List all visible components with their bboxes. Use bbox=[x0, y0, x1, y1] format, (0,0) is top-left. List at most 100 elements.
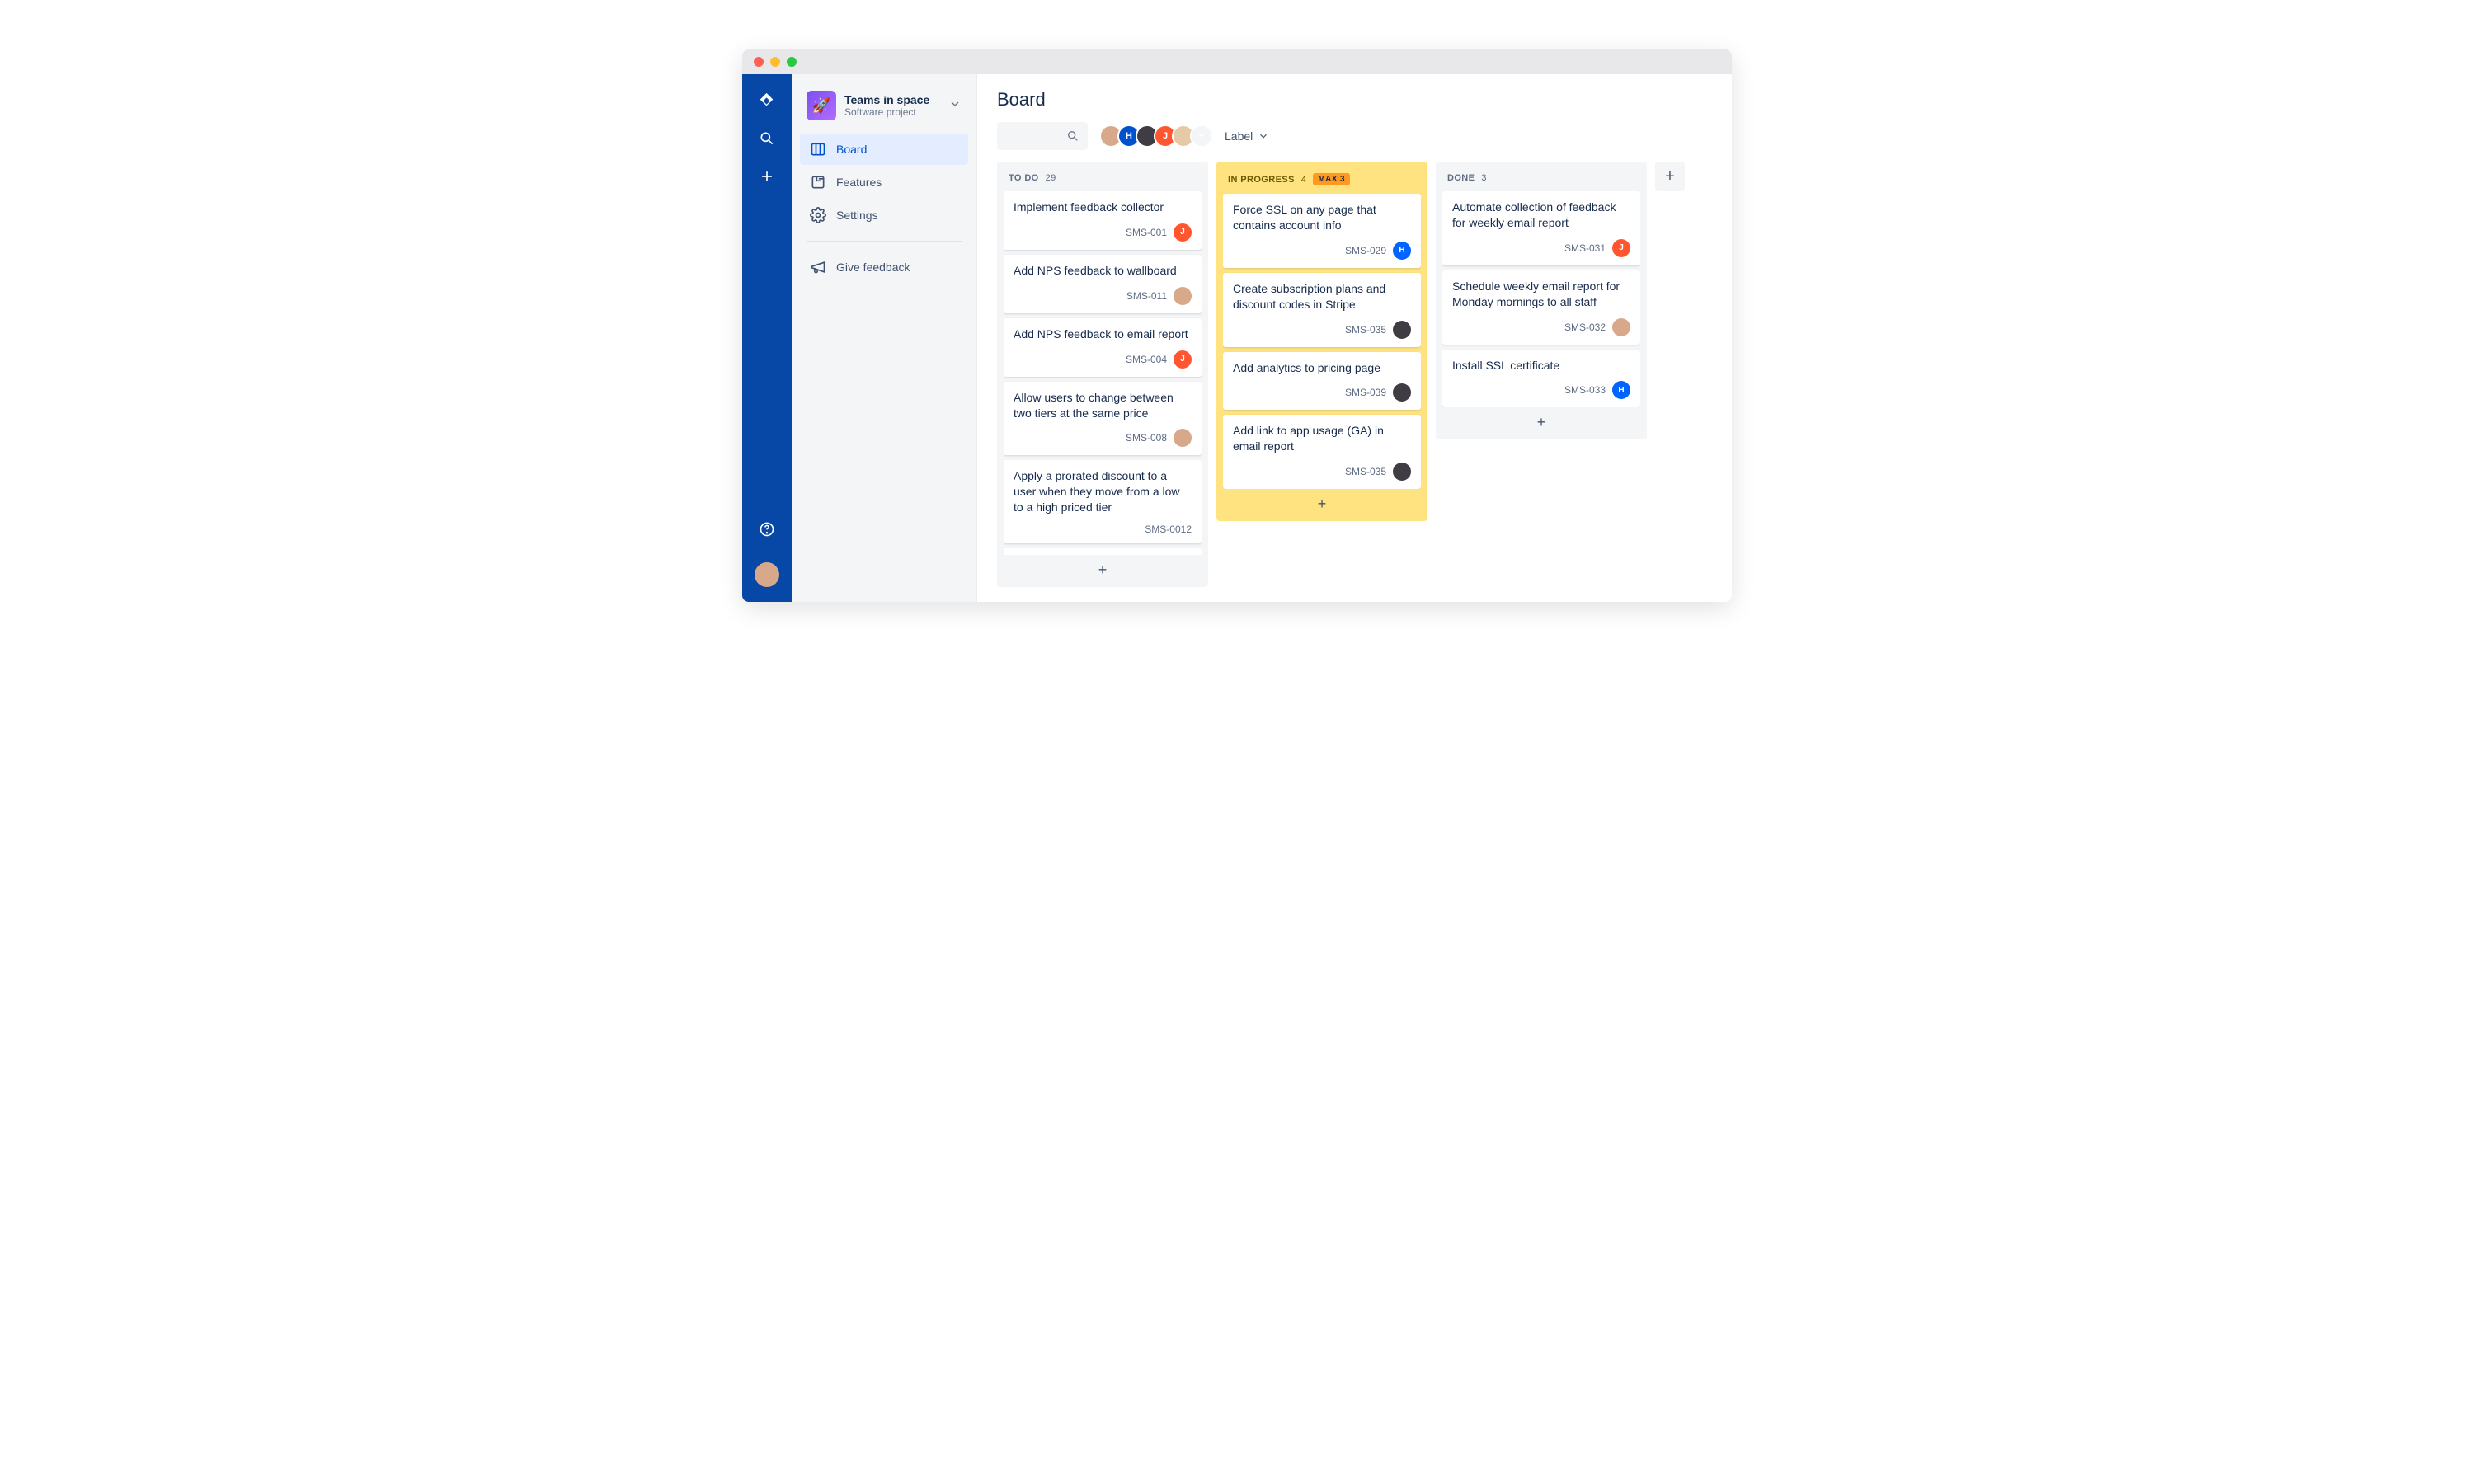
board-controls: HJ+ Label bbox=[997, 122, 1712, 150]
wip-limit-badge: MAX 3 bbox=[1313, 173, 1350, 186]
issue-card[interactable]: Force SSL on any page that contains acco… bbox=[1223, 194, 1421, 268]
issue-key: SMS-008 bbox=[1126, 432, 1167, 444]
gear-icon bbox=[810, 207, 826, 223]
card-title: Allow users to change between two tiers … bbox=[1014, 390, 1192, 421]
board-columns: TO DO 29 Implement feedback collector SMS-0… bbox=[997, 162, 1712, 587]
issue-key: SMS-033 bbox=[1564, 384, 1606, 396]
issue-card[interactable]: Implement feedback collector SMS-001 J bbox=[1004, 191, 1202, 250]
board-column: IN PROGRESS 4 MAX 3 Force SSL on any page t… bbox=[1216, 162, 1427, 521]
column-count: 29 bbox=[1046, 173, 1056, 183]
issue-card[interactable]: Create subscription plans and discount c… bbox=[1223, 273, 1421, 347]
assignee-avatar[interactable]: J bbox=[1174, 350, 1192, 369]
project-type: Software project bbox=[844, 106, 929, 118]
issue-card[interactable]: Extend the grace period to accountsSMS-0… bbox=[1004, 548, 1202, 555]
issue-card[interactable]: Add link to app usage (GA) in email repo… bbox=[1223, 415, 1421, 489]
project-name: Teams in space bbox=[844, 93, 929, 106]
issue-card[interactable]: Schedule weekly email report for Monday … bbox=[1442, 270, 1640, 345]
assignee-avatar[interactable]: J bbox=[1174, 223, 1192, 242]
sidebar-item-label: Give feedback bbox=[836, 261, 910, 274]
sidebar-item-label: Board bbox=[836, 143, 867, 156]
create-icon[interactable] bbox=[755, 165, 778, 188]
search-input[interactable] bbox=[997, 122, 1088, 150]
add-card-button[interactable]: + bbox=[1442, 407, 1640, 433]
card-footer: SMS-035 bbox=[1233, 321, 1411, 339]
assignee-avatar[interactable]: H bbox=[1612, 381, 1630, 399]
megaphone-icon bbox=[810, 259, 826, 275]
issue-key: SMS-011 bbox=[1126, 290, 1167, 302]
issue-card[interactable]: Allow users to change between two tiers … bbox=[1004, 382, 1202, 456]
current-user-avatar[interactable] bbox=[755, 562, 779, 587]
sidebar-item-settings[interactable]: Settings bbox=[800, 200, 968, 231]
chevron-down-icon[interactable] bbox=[948, 97, 962, 115]
add-card-button[interactable]: + bbox=[1004, 555, 1202, 580]
sidebar-item-label: Features bbox=[836, 176, 882, 189]
issue-key: SMS-001 bbox=[1126, 227, 1167, 238]
card-footer: SMS-035 bbox=[1233, 463, 1411, 481]
sidebar-divider bbox=[807, 241, 962, 242]
search-icon[interactable] bbox=[755, 127, 778, 150]
assignee-avatar[interactable] bbox=[1393, 383, 1411, 402]
assignee-avatar[interactable] bbox=[1174, 287, 1192, 305]
label-filter[interactable]: Label bbox=[1225, 129, 1269, 143]
assignee-avatar[interactable]: H bbox=[1393, 242, 1411, 260]
card-title: Force SSL on any page that contains acco… bbox=[1233, 202, 1411, 233]
add-assignee-button[interactable]: + bbox=[1190, 124, 1213, 148]
project-switcher[interactable]: 🚀 Teams in space Software project bbox=[800, 86, 968, 134]
card-footer: SMS-001 J bbox=[1014, 223, 1192, 242]
column-name: TO DO bbox=[1009, 173, 1039, 183]
jira-logo-icon[interactable] bbox=[755, 89, 778, 112]
sidebar-item-feedback[interactable]: Give feedback bbox=[800, 251, 968, 283]
card-title: Implement feedback collector bbox=[1014, 200, 1192, 215]
issue-card[interactable]: Automate collection of feedback for week… bbox=[1442, 191, 1640, 265]
sidebar-item-features[interactable]: Features bbox=[800, 167, 968, 198]
issue-key: SMS-035 bbox=[1345, 466, 1386, 477]
issue-key: SMS-032 bbox=[1564, 322, 1606, 333]
traffic-light-close[interactable] bbox=[754, 57, 764, 67]
issue-card[interactable]: Add NPS feedback to wallboardSMS-011 bbox=[1004, 255, 1202, 313]
sidebar-item-board[interactable]: Board bbox=[800, 134, 968, 165]
macos-titlebar bbox=[742, 49, 1732, 74]
add-card-button[interactable]: + bbox=[1223, 489, 1421, 514]
issue-card[interactable]: Apply a prorated discount to a user when… bbox=[1004, 460, 1202, 543]
search-icon bbox=[1066, 129, 1079, 143]
board-column: TO DO 29 Implement feedback collector SMS-0… bbox=[997, 162, 1208, 587]
assignee-filter-avatars: HJ+ bbox=[1099, 124, 1213, 148]
assignee-avatar[interactable] bbox=[1393, 321, 1411, 339]
board-column: DONE3Automate collection of feedback for… bbox=[1436, 162, 1647, 439]
project-logo-icon: 🚀 bbox=[807, 91, 836, 120]
column-count: 4 bbox=[1301, 175, 1307, 185]
assignee-avatar[interactable]: J bbox=[1612, 239, 1630, 257]
issue-key: SMS-035 bbox=[1345, 324, 1386, 336]
column-header[interactable]: IN PROGRESS 4 MAX 3 bbox=[1223, 168, 1421, 194]
traffic-light-zoom[interactable] bbox=[787, 57, 797, 67]
traffic-light-minimize[interactable] bbox=[770, 57, 780, 67]
issue-card[interactable]: Add NPS feedback to email reportSMS-004J bbox=[1004, 318, 1202, 377]
card-title: Apply a prorated discount to a user when… bbox=[1014, 468, 1192, 515]
app-window: 🚀 Teams in space Software project Board … bbox=[742, 49, 1732, 602]
card-footer: SMS-031 J bbox=[1452, 239, 1630, 257]
card-list: Automate collection of feedback for week… bbox=[1442, 191, 1640, 407]
page-title: Board bbox=[997, 89, 1712, 110]
card-footer: SMS-0012 bbox=[1014, 524, 1192, 535]
assignee-avatar[interactable] bbox=[1174, 429, 1192, 447]
column-header[interactable]: TO DO 29 bbox=[1004, 168, 1202, 191]
help-icon[interactable] bbox=[755, 518, 778, 541]
project-sidebar: 🚀 Teams in space Software project Board … bbox=[792, 74, 977, 602]
add-column-button[interactable]: + bbox=[1655, 162, 1685, 191]
issue-key: SMS-031 bbox=[1564, 242, 1606, 254]
sidebar-item-label: Settings bbox=[836, 209, 878, 222]
assignee-avatar[interactable] bbox=[1612, 318, 1630, 336]
column-name: IN PROGRESS bbox=[1228, 175, 1295, 185]
label-filter-text: Label bbox=[1225, 129, 1253, 143]
card-footer: SMS-032 bbox=[1452, 318, 1630, 336]
card-list: Force SSL on any page that contains acco… bbox=[1223, 194, 1421, 489]
column-header[interactable]: DONE3 bbox=[1442, 168, 1640, 191]
card-title: Install SSL certificate bbox=[1452, 358, 1630, 373]
card-footer: SMS-011 bbox=[1014, 287, 1192, 305]
assignee-avatar[interactable] bbox=[1393, 463, 1411, 481]
card-title: Add NPS feedback to email report bbox=[1014, 326, 1192, 342]
card-footer: SMS-029H bbox=[1233, 242, 1411, 260]
issue-card[interactable]: Install SSL certificate SMS-033 H bbox=[1442, 350, 1640, 408]
issue-card[interactable]: Add analytics to pricing pageSMS-039 bbox=[1223, 352, 1421, 411]
issue-key: SMS-039 bbox=[1345, 387, 1386, 398]
